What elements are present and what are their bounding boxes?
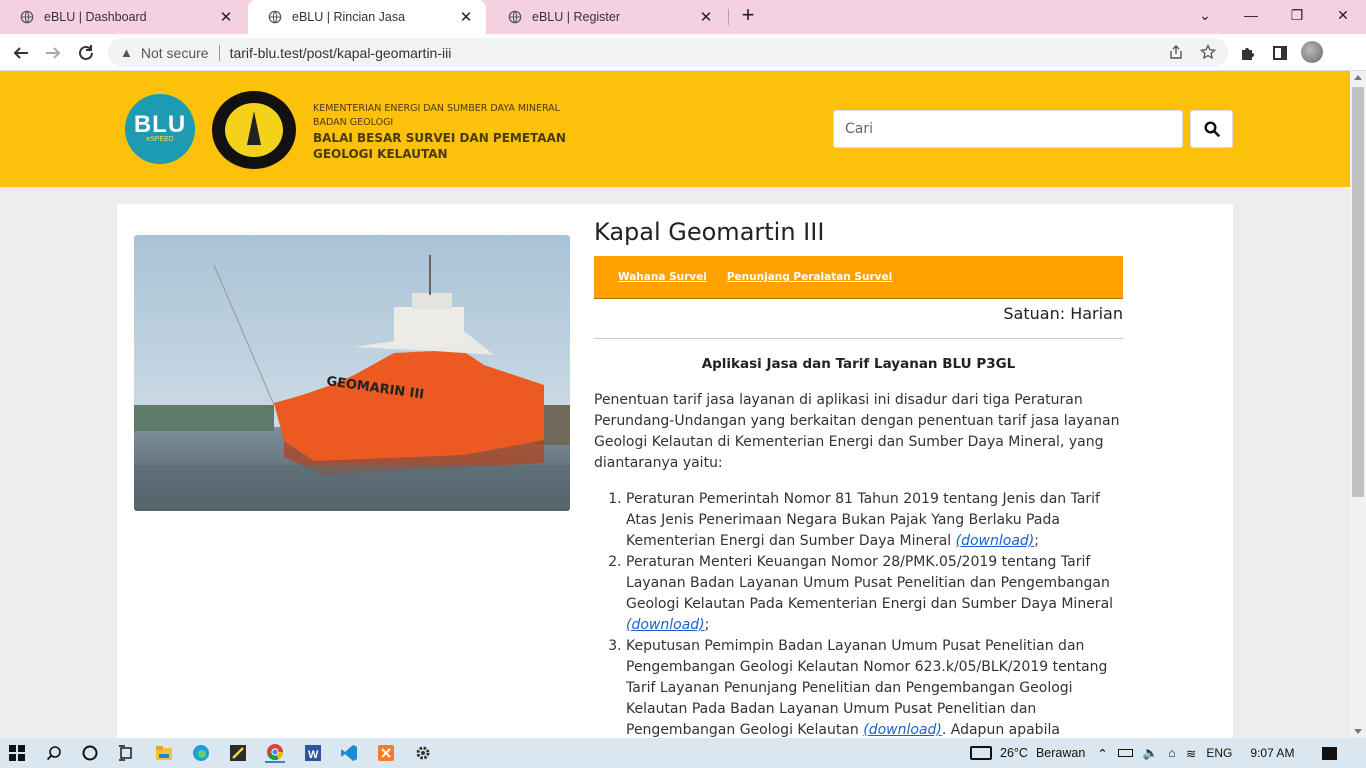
tab-separator — [728, 9, 729, 25]
task-view-icon[interactable] — [116, 743, 136, 763]
institution-line-4: GEOLOGI KELAUTAN — [313, 147, 448, 161]
category-link-penunjang-peralatan-survei[interactable]: Penunjang Peralatan Survei — [727, 271, 892, 283]
input-language[interactable]: ENG — [1206, 746, 1232, 760]
back-arrow-icon[interactable] — [8, 40, 34, 66]
system-tray: 26°C Berawan ⌃ 🔈 ⌂ ≋ ENG 9:07 AM — [970, 738, 1338, 768]
windows-start-icon[interactable] — [7, 743, 27, 763]
regulation-list: Peraturan Pemerintah Nomor 81 Tahun 2019… — [594, 489, 1123, 738]
weather-condition[interactable]: Berawan — [1036, 746, 1085, 760]
regulation-suffix: . Adapun apabila — [941, 722, 1060, 738]
profile-avatar[interactable] — [1301, 41, 1323, 63]
xampp-icon[interactable] — [376, 743, 396, 763]
browser-tab-strip: eBLU | Dashboard ✕ eBLU | Rincian Jasa ✕… — [0, 0, 1366, 34]
bookmark-star-icon[interactable] — [1197, 41, 1219, 63]
globe-icon — [20, 10, 34, 24]
blu-logo-subtext: eSPEED — [146, 136, 174, 143]
search-button[interactable] — [1190, 110, 1233, 148]
windows-taskbar: W 26°C Berawan ⌃ 🔈 ⌂ ≋ ENG 9:07 AM — [0, 738, 1366, 768]
list-item: Keputusan Pemimpin Badan Layanan Umum Pu… — [626, 636, 1123, 738]
globe-icon — [508, 10, 522, 24]
list-item: Peraturan Pemerintah Nomor 81 Tahun 2019… — [626, 489, 1123, 552]
regulation-suffix: ; — [1034, 533, 1039, 549]
download-link[interactable]: (download) — [626, 617, 705, 633]
restore-icon[interactable]: ❐ — [1274, 0, 1320, 30]
volume-icon[interactable]: 🔈 — [1143, 746, 1159, 761]
close-icon[interactable]: ✕ — [698, 8, 714, 26]
scroll-up-arrow-icon[interactable] — [1354, 75, 1362, 80]
page-title: Kapal Geomartin III — [594, 218, 825, 246]
list-item: Peraturan Menteri Keuangan Nomor 28/PMK.… — [626, 552, 1123, 636]
side-panel-icon[interactable] — [1269, 42, 1291, 64]
category-link-wahana-survei[interactable]: Wahana Survei — [618, 271, 707, 283]
tab-search-chevron-icon[interactable]: ⌄ — [1182, 0, 1228, 30]
file-explorer-icon[interactable] — [154, 743, 174, 763]
scroll-down-arrow-icon[interactable] — [1354, 729, 1362, 734]
minimize-icon[interactable]: — — [1228, 0, 1274, 30]
network-icon[interactable]: ⌂ — [1168, 746, 1176, 760]
sticky-app-icon[interactable] — [228, 743, 248, 763]
tab-register[interactable]: eBLU | Register ✕ — [488, 0, 726, 34]
institution-name: KEMENTERIAN ENERGI DAN SUMBER DAYA MINER… — [313, 102, 566, 162]
tab-label: eBLU | Register — [532, 10, 621, 24]
tab-dashboard[interactable]: eBLU | Dashboard ✕ — [0, 0, 246, 34]
address-separator — [218, 44, 220, 61]
regulation-text: Peraturan Menteri Keuangan Nomor 28/PMK.… — [626, 554, 1114, 612]
address-bar[interactable]: ▲ Not secure tarif-blu.test/post/kapal-g… — [108, 38, 1228, 67]
esdm-emblem-inner — [225, 103, 283, 157]
product-detail: Kapal Geomartin III Wahana Survei Penunj… — [594, 204, 1123, 738]
vscode-icon[interactable] — [339, 743, 359, 763]
page-scrollbar[interactable] — [1350, 71, 1366, 738]
forward-arrow-icon[interactable] — [40, 40, 66, 66]
close-icon[interactable]: ✕ — [218, 8, 234, 26]
reload-icon[interactable] — [73, 40, 99, 66]
blu-logo-text: BLU — [133, 111, 187, 138]
chevron-up-icon[interactable]: ⌃ — [1097, 746, 1107, 761]
settings-gear-icon[interactable] — [413, 743, 433, 763]
temperature[interactable]: 26°C — [1000, 746, 1028, 760]
new-tab-button[interactable]: + — [736, 4, 760, 28]
content-card: GEOMARIN III Kapal Geomartin III Wahana … — [117, 204, 1233, 738]
close-icon[interactable]: ✕ — [458, 8, 474, 26]
tab-label: eBLU | Rincian Jasa — [292, 10, 406, 24]
scroll-thumb[interactable] — [1352, 87, 1364, 497]
globe-icon — [268, 10, 282, 24]
tab-label: eBLU | Dashboard — [44, 10, 147, 24]
wifi-icon[interactable]: ≋ — [1186, 746, 1196, 761]
extensions-puzzle-icon[interactable] — [1237, 42, 1259, 64]
site-header: BLU eSPEED KEMENTERIAN ENERGI DAN SUMBER… — [0, 71, 1350, 187]
ship-photo: GEOMARIN III — [134, 235, 570, 511]
security-label[interactable]: Not secure — [141, 45, 209, 61]
clock-time[interactable]: 9:07 AM — [1250, 746, 1294, 760]
tab-rincian-jasa[interactable]: eBLU | Rincian Jasa ✕ — [248, 0, 486, 34]
close-window-icon[interactable]: ✕ — [1320, 0, 1366, 30]
institution-line-1: KEMENTERIAN ENERGI DAN SUMBER DAYA MINER… — [313, 103, 560, 114]
warning-icon[interactable]: ▲ — [120, 45, 133, 60]
url-text[interactable]: tarif-blu.test/post/kapal-geomartin-iii — [230, 45, 452, 61]
notifications-icon[interactable] — [1322, 746, 1338, 760]
chrome-icon[interactable] — [265, 743, 285, 763]
browser-toolbar: ▲ Not secure tarif-blu.test/post/kapal-g… — [0, 34, 1366, 71]
esdm-emblem-logo — [212, 91, 296, 169]
category-bar: Wahana Survei Penunjang Peralatan Survei — [594, 256, 1123, 299]
cortana-circle-icon[interactable] — [80, 743, 100, 763]
share-icon[interactable] — [1165, 41, 1187, 63]
edge-browser-icon[interactable] — [191, 743, 211, 763]
institution-line-3: BALAI BESAR SURVEI DAN PEMETAAN — [313, 131, 566, 145]
search-icon[interactable] — [44, 743, 64, 763]
search-icon — [1203, 121, 1220, 137]
regulation-suffix: ; — [704, 617, 710, 633]
intro-paragraph: Penentuan tarif jasa layanan di aplikasi… — [594, 392, 1120, 471]
institution-line-2: BADAN GEOLOGI — [313, 117, 394, 128]
section-subtitle: Aplikasi Jasa dan Tarif Layanan BLU P3GL — [701, 356, 1016, 372]
unit-label: Satuan: Harian — [594, 304, 1123, 339]
search-input[interactable] — [833, 110, 1183, 148]
download-link[interactable]: (download) — [863, 722, 942, 738]
weather-icon[interactable] — [970, 746, 992, 760]
blu-logo[interactable]: BLU eSPEED — [125, 94, 195, 164]
word-icon[interactable]: W — [303, 743, 323, 763]
battery-icon[interactable] — [1117, 749, 1133, 757]
svg-text:W: W — [308, 749, 319, 761]
download-link[interactable]: (download) — [956, 533, 1035, 549]
